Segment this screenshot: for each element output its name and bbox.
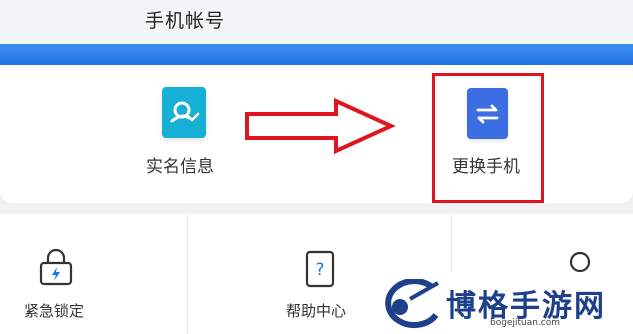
grid-divider bbox=[187, 214, 188, 334]
grid-item-label: 紧急锁定 bbox=[24, 302, 85, 320]
id-verify-icon bbox=[162, 87, 206, 138]
watermark-logo-icon bbox=[385, 279, 439, 329]
highlight-box bbox=[432, 73, 544, 203]
help-question-icon: ? bbox=[305, 250, 335, 288]
service-label: 实名信息 bbox=[146, 157, 214, 177]
red-arrow-icon bbox=[245, 98, 396, 154]
svg-text:?: ? bbox=[315, 260, 324, 280]
top-bar: 手机帐号 bbox=[0, 0, 633, 44]
lock-lightning-icon bbox=[39, 248, 73, 286]
grid-item-label: 帮助中心 bbox=[286, 302, 347, 320]
page-title: 手机帐号 bbox=[145, 10, 226, 32]
watermark-domain: bogejituan.com bbox=[490, 318, 561, 328]
header-accent-bar bbox=[0, 44, 633, 65]
